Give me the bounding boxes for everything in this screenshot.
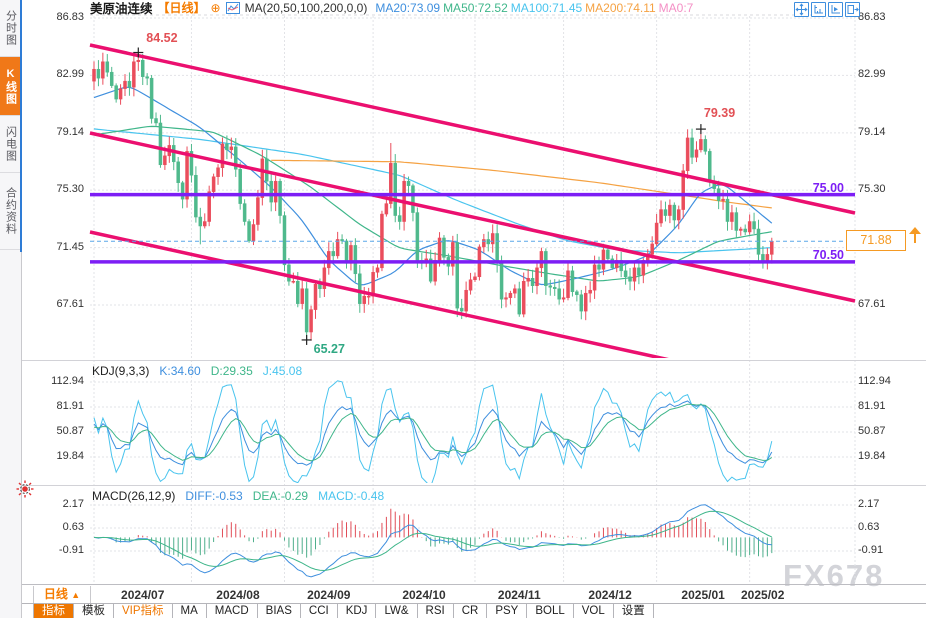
sidebar-tab-2[interactable]: K线图	[0, 57, 21, 116]
axis-tick-112.94: 112.94	[24, 375, 84, 387]
bottom-tab-BOLL[interactable]: BOLL	[527, 604, 573, 618]
axis-tick-67.61: 67.61	[24, 298, 84, 310]
bottom-tab-RSI[interactable]: RSI	[418, 604, 454, 618]
plus-circle-icon[interactable]: ⊕	[211, 2, 221, 14]
bottom-tab-MA[interactable]: MA	[173, 604, 207, 618]
axis-tick-79.14: 79.14	[24, 126, 84, 138]
x-axis-label-2025/01: 2025/01	[673, 588, 733, 602]
bottom-tab-CR[interactable]: CR	[454, 604, 488, 618]
sidebar-tab-1[interactable]: 分时图	[0, 0, 21, 57]
last-price-box: 71.88	[846, 230, 906, 251]
x-axis-label-2024/10: 2024/10	[394, 588, 454, 602]
axis-tick-75.30: 75.30	[858, 183, 918, 195]
ma-value-2: MA100:71.45	[511, 1, 582, 15]
axis-tick-81.91: 81.91	[858, 400, 918, 412]
axis-tick-19.84: 19.84	[858, 450, 918, 462]
bottom-tab-VIP指标[interactable]: VIP指标	[114, 604, 173, 618]
x-axis-label-2025/02: 2025/02	[733, 588, 793, 602]
axis-tick-50.87: 50.87	[24, 425, 84, 437]
axis-tick-0.63: 0.63	[24, 521, 84, 533]
ma-value-3: MA200:74.11	[585, 1, 656, 15]
axis-tick-50.87: 50.87	[858, 425, 918, 437]
sidebar: 分时图K线图闪电图合约资料	[0, 0, 22, 618]
bottom-tab-KDJ[interactable]: KDJ	[338, 604, 377, 618]
sidebar-tab-4[interactable]: 合约资料	[0, 173, 21, 250]
sidebar-accent	[20, 0, 22, 252]
toolbar-spacer	[22, 604, 34, 618]
bottom-tab-CCI[interactable]: CCI	[301, 604, 338, 618]
chevron-up-icon: ▲	[71, 590, 80, 600]
axis-tick-67.61: 67.61	[858, 298, 918, 310]
sidebar-tab-3[interactable]: 闪电图	[0, 116, 21, 173]
axis-tick--0.91: -0.91	[24, 544, 84, 556]
axis-tick-75.30: 75.30	[24, 183, 84, 195]
period-label: 日线	[44, 587, 68, 601]
alert-icon[interactable]	[16, 480, 34, 498]
chart-bottom-border	[22, 584, 926, 585]
chart-window: 分时图K线图闪电图合约资料 美原油连续 【日线】 ⊕ MA(20,50,100,…	[0, 0, 926, 618]
axis-tick-86.83: 86.83	[858, 11, 918, 23]
ma-value-4: MA0:7	[659, 1, 694, 15]
axis-tick-82.99: 82.99	[24, 68, 84, 80]
bottom-tab-BIAS[interactable]: BIAS	[258, 604, 301, 618]
ma-value-0: MA20:73.09	[375, 1, 440, 15]
price-up-arrow-icon	[908, 227, 922, 245]
x-axis-label-2024/12: 2024/12	[580, 588, 640, 602]
symbol-name: 美原油连续	[90, 0, 153, 17]
axis-tick--0.91: -0.91	[858, 544, 918, 556]
axis-tick-71.45: 71.45	[24, 241, 84, 253]
bottom-tab-LW&[interactable]: LW&	[376, 604, 417, 618]
x-axis-label-2024/11: 2024/11	[489, 588, 549, 602]
indicator-toolbar: 指标模板VIP指标MAMACDBIASCCIKDJLW&RSICRPSYBOLL…	[22, 603, 926, 618]
axis-tick-86.83: 86.83	[24, 11, 84, 23]
pan-icon[interactable]	[794, 2, 809, 17]
bottom-tab-指标[interactable]: 指标	[34, 604, 74, 618]
period-selector[interactable]: 日线 ▲	[33, 586, 91, 603]
axis-tick-79.14: 79.14	[858, 126, 918, 138]
period-tag[interactable]: 【日线】	[158, 0, 206, 16]
detach-window-icon[interactable]	[845, 2, 860, 17]
bottom-tab-MACD[interactable]: MACD	[207, 604, 258, 618]
axis-tick-2.17: 2.17	[858, 498, 918, 510]
bottom-tab-VOL[interactable]: VOL	[574, 604, 614, 618]
chart-plot-area[interactable]	[90, 16, 855, 583]
axis-tick-2.17: 2.17	[24, 498, 84, 510]
axis-tick-82.99: 82.99	[858, 68, 918, 80]
ma-values: MA20:73.09MA50:72.52MA100:71.45MA200:74.…	[372, 0, 693, 17]
axis-tick-81.91: 81.91	[24, 400, 84, 412]
x-axis-label-2024/08: 2024/08	[208, 588, 268, 602]
window-controls	[794, 2, 860, 17]
ma-value-1: MA50:72.52	[443, 1, 508, 15]
axis-tick-19.84: 19.84	[24, 450, 84, 462]
axis-tick-112.94: 112.94	[858, 375, 918, 387]
bottom-tab-设置[interactable]: 设置	[614, 604, 654, 618]
ma-settings: MA(20,50,100,200,0,0)	[245, 1, 368, 15]
mini-chart-icon	[226, 2, 240, 14]
chart-header: 美原油连续 【日线】 ⊕ MA(20,50,100,200,0,0) MA20:…	[90, 0, 693, 15]
x-axis-label-2024/09: 2024/09	[299, 588, 359, 602]
axis-tick-0.63: 0.63	[858, 521, 918, 533]
axis-play-icon[interactable]	[828, 2, 843, 17]
bottom-tab-PSY[interactable]: PSY	[487, 604, 527, 618]
bottom-tab-模板[interactable]: 模板	[74, 604, 114, 618]
axis-zoom-icon[interactable]	[811, 2, 826, 17]
x-axis-label-2024/07: 2024/07	[113, 588, 173, 602]
